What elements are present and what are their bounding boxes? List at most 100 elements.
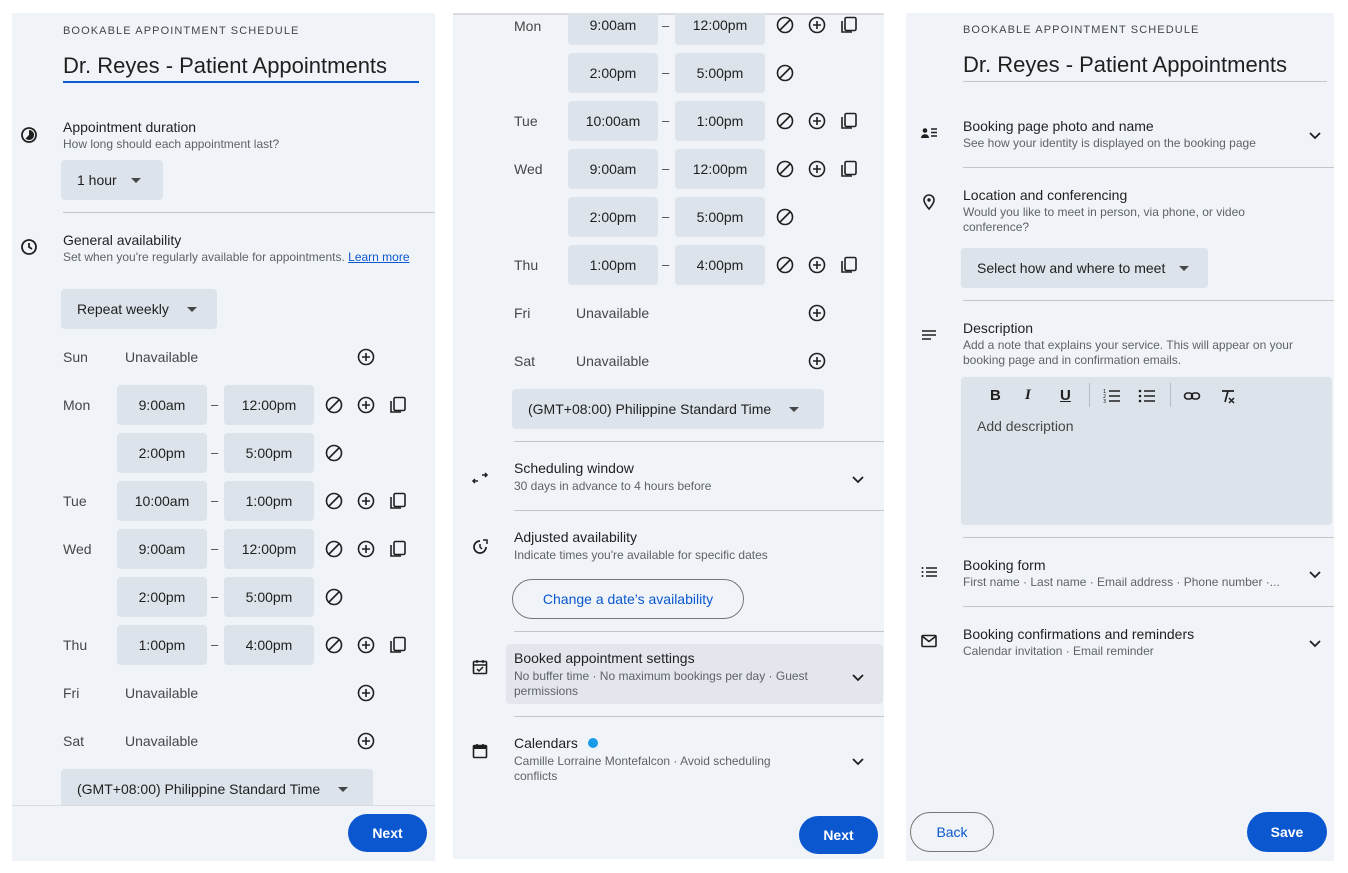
end-time-input[interactable]: 5:00pm [224, 433, 314, 473]
range-dash: – [211, 445, 219, 460]
block-icon[interactable] [323, 586, 345, 608]
add-circle-icon[interactable] [806, 158, 828, 180]
chevron-down-icon[interactable] [1304, 632, 1326, 654]
add-circle-icon[interactable] [806, 350, 828, 372]
end-time-input[interactable]: 1:00pm [224, 481, 314, 521]
end-time-input[interactable]: 5:00pm [675, 197, 765, 237]
start-time-input[interactable]: 10:00am [568, 101, 658, 141]
bulleted-list-icon[interactable] [1136, 385, 1158, 407]
day-fri: Fri [63, 685, 80, 701]
copy-icon[interactable] [838, 110, 860, 132]
chevron-down-icon[interactable] [847, 666, 869, 688]
start-time-input[interactable]: 10:00am [117, 481, 207, 521]
start-time-input[interactable]: 9:00am [568, 149, 658, 189]
add-circle-icon[interactable] [806, 14, 828, 36]
range-dash: – [211, 493, 219, 508]
copy-icon[interactable] [387, 538, 409, 560]
start-time-input[interactable]: 2:00pm [117, 433, 207, 473]
end-time-input[interactable]: 5:00pm [675, 53, 765, 93]
add-circle-icon[interactable] [806, 254, 828, 276]
underline-button[interactable]: U [1060, 387, 1071, 404]
end-time-input[interactable]: 4:00pm [224, 625, 314, 665]
end-time-input[interactable]: 12:00pm [675, 13, 765, 45]
location-dropdown[interactable]: Select how and where to meet [961, 248, 1208, 288]
start-time-input[interactable]: 2:00pm [117, 577, 207, 617]
day-mon: Mon [514, 18, 542, 34]
caret-down-icon [130, 177, 141, 183]
add-circle-icon[interactable] [355, 682, 377, 704]
copy-icon[interactable] [387, 634, 409, 656]
block-icon[interactable] [323, 490, 345, 512]
block-icon[interactable] [323, 538, 345, 560]
start-time-input[interactable]: 1:00pm [568, 245, 658, 285]
block-icon[interactable] [323, 442, 345, 464]
italic-button[interactable]: I [1025, 387, 1031, 404]
repeat-dropdown[interactable]: Repeat weekly [61, 289, 217, 329]
end-time-input[interactable]: 4:00pm [675, 245, 765, 285]
photo-subtitle: See how your identity is displayed on th… [963, 136, 1256, 150]
add-circle-icon[interactable] [806, 302, 828, 324]
block-icon[interactable] [774, 110, 796, 132]
divider [63, 212, 435, 213]
link-icon[interactable] [1181, 385, 1203, 407]
end-time-input[interactable]: 5:00pm [224, 577, 314, 617]
start-time-input[interactable]: 9:00am [568, 13, 658, 45]
add-circle-icon[interactable] [355, 730, 377, 752]
back-button[interactable]: Back [910, 812, 994, 852]
repeat-value: Repeat weekly [77, 301, 169, 317]
chevron-down-icon[interactable] [847, 468, 869, 490]
chevron-down-icon[interactable] [847, 750, 869, 772]
block-icon[interactable] [323, 634, 345, 656]
start-time-input[interactable]: 2:00pm [568, 197, 658, 237]
chevron-down-icon[interactable] [1304, 124, 1326, 146]
range-dash: – [211, 397, 219, 412]
overline: BOOKABLE APPOINTMENT SCHEDULE [963, 24, 1200, 36]
end-time-input[interactable]: 12:00pm [224, 529, 314, 569]
clear-format-icon[interactable] [1217, 385, 1239, 407]
add-circle-icon[interactable] [355, 346, 377, 368]
block-icon[interactable] [774, 206, 796, 228]
day-sun: Sun [63, 349, 88, 365]
location-pin-icon [918, 191, 940, 213]
start-time-input[interactable]: 2:00pm [568, 53, 658, 93]
copy-icon[interactable] [838, 14, 860, 36]
chevron-down-icon[interactable] [1304, 563, 1326, 585]
block-icon[interactable] [774, 158, 796, 180]
start-time-input[interactable]: 9:00am [117, 529, 207, 569]
range-dash: – [211, 637, 219, 652]
block-icon[interactable] [774, 62, 796, 84]
copy-icon[interactable] [387, 394, 409, 416]
next-button[interactable]: Next [799, 816, 878, 854]
range-dash: – [211, 541, 219, 556]
add-circle-icon[interactable] [355, 538, 377, 560]
timezone-dropdown[interactable]: (GMT+08:00) Philippine Standard Time [512, 389, 824, 429]
start-time-input[interactable]: 1:00pm [117, 625, 207, 665]
save-button[interactable]: Save [1247, 812, 1327, 852]
add-circle-icon[interactable] [355, 394, 377, 416]
copy-icon[interactable] [838, 158, 860, 180]
end-time-input[interactable]: 12:00pm [675, 149, 765, 189]
copy-icon[interactable] [838, 254, 860, 276]
learn-more-link[interactable]: Learn more [348, 250, 409, 264]
add-circle-icon[interactable] [806, 110, 828, 132]
duration-dropdown[interactable]: 1 hour [61, 160, 163, 200]
bold-button[interactable]: B [990, 387, 1001, 404]
add-circle-icon[interactable] [355, 490, 377, 512]
end-time-input[interactable]: 12:00pm [224, 385, 314, 425]
block-icon[interactable] [323, 394, 345, 416]
add-circle-icon[interactable] [355, 634, 377, 656]
timezone-dropdown[interactable]: (GMT+08:00) Philippine Standard Time [61, 769, 373, 809]
schedule-title-input[interactable]: Dr. Reyes - Patient Appointments [63, 53, 387, 79]
next-button[interactable]: Next [348, 814, 427, 852]
caret-down-icon [338, 786, 349, 792]
block-icon[interactable] [774, 14, 796, 36]
change-date-button[interactable]: Change a date’s availability [512, 579, 744, 619]
end-time-input[interactable]: 1:00pm [675, 101, 765, 141]
title-underline [63, 81, 419, 83]
copy-icon[interactable] [387, 490, 409, 512]
numbered-list-icon[interactable]: 123 [1101, 385, 1123, 407]
block-icon[interactable] [774, 254, 796, 276]
schedule-title[interactable]: Dr. Reyes - Patient Appointments [963, 52, 1287, 78]
start-time-input[interactable]: 9:00am [117, 385, 207, 425]
confirmations-subtitle: Calendar invitation · Email reminder [963, 644, 1154, 658]
